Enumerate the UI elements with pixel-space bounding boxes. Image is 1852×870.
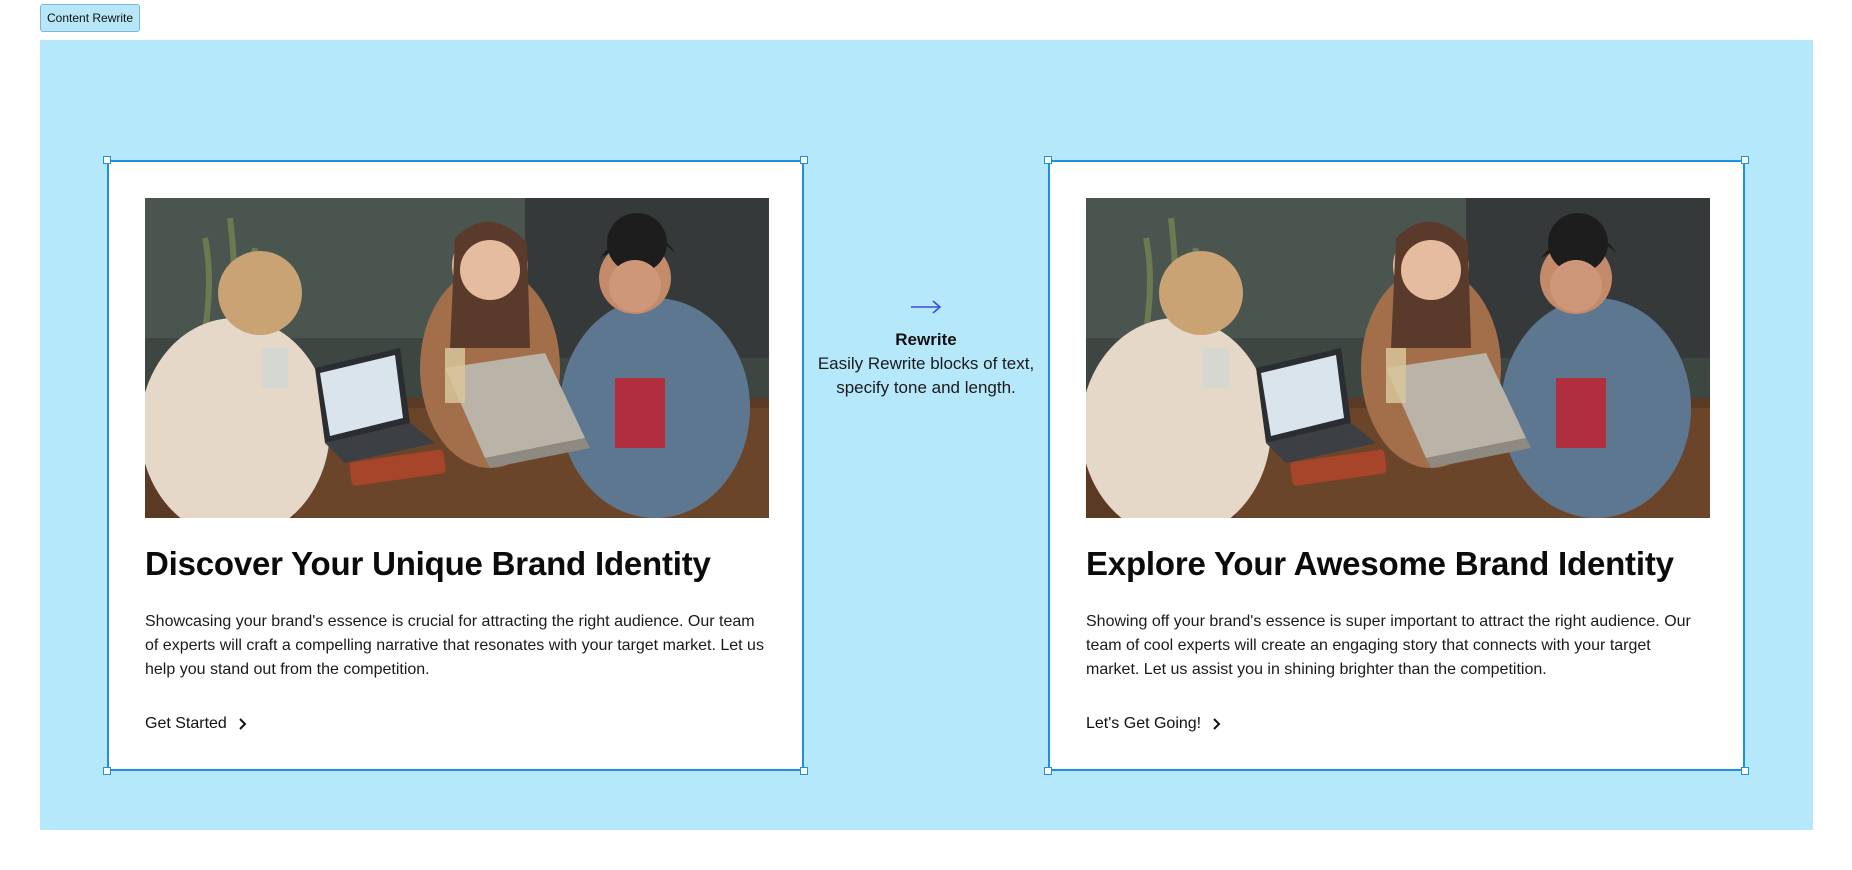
- cta-label: Get Started: [145, 715, 227, 732]
- card-body: Showing off your brand's essence is supe…: [1086, 613, 1691, 678]
- resize-handle-bottom-left[interactable]: [103, 767, 111, 775]
- team-photo: [1086, 198, 1710, 518]
- card-body: Showcasing your brand's essence is cruci…: [145, 613, 764, 678]
- resize-handle-top-left[interactable]: [103, 156, 111, 164]
- card-headline: Explore Your Awesome Brand Identity: [1086, 545, 1674, 582]
- content-rewrite-tab[interactable]: Content Rewrite: [40, 4, 141, 32]
- rewrite-explainer: Rewrite Easily Rewrite blocks of text, s…: [804, 300, 1048, 400]
- rewritten-card[interactable]: Explore Your Awesome Brand Identity Show…: [1044, 156, 1749, 775]
- card-headline: Discover Your Unique Brand Identity: [145, 545, 711, 582]
- resize-handle-top-right[interactable]: [800, 156, 808, 164]
- chevron-right-icon: [239, 718, 247, 730]
- canvas: Discover Your Unique Brand Identity Show…: [40, 40, 1813, 830]
- resize-handle-bottom-right[interactable]: [800, 767, 808, 775]
- lets-get-going-link[interactable]: Let's Get Going!: [1086, 715, 1223, 733]
- arrow-right-icon: [911, 300, 942, 314]
- resize-handle-bottom-right[interactable]: [1741, 767, 1749, 775]
- original-card[interactable]: Discover Your Unique Brand Identity Show…: [103, 156, 808, 775]
- chevron-right-icon: [1213, 718, 1221, 730]
- resize-handle-bottom-left[interactable]: [1044, 767, 1052, 775]
- resize-handle-top-left[interactable]: [1044, 156, 1052, 164]
- rewrite-description: Easily Rewrite blocks of text, specify t…: [817, 354, 1035, 397]
- resize-handle-top-right[interactable]: [1741, 156, 1749, 164]
- rewrite-title: Rewrite: [895, 330, 957, 349]
- get-started-link[interactable]: Get Started: [145, 715, 249, 733]
- cta-label: Let's Get Going!: [1086, 715, 1202, 732]
- team-photo: [145, 198, 769, 518]
- content-rewrite-tab-label: Content Rewrite: [47, 11, 134, 25]
